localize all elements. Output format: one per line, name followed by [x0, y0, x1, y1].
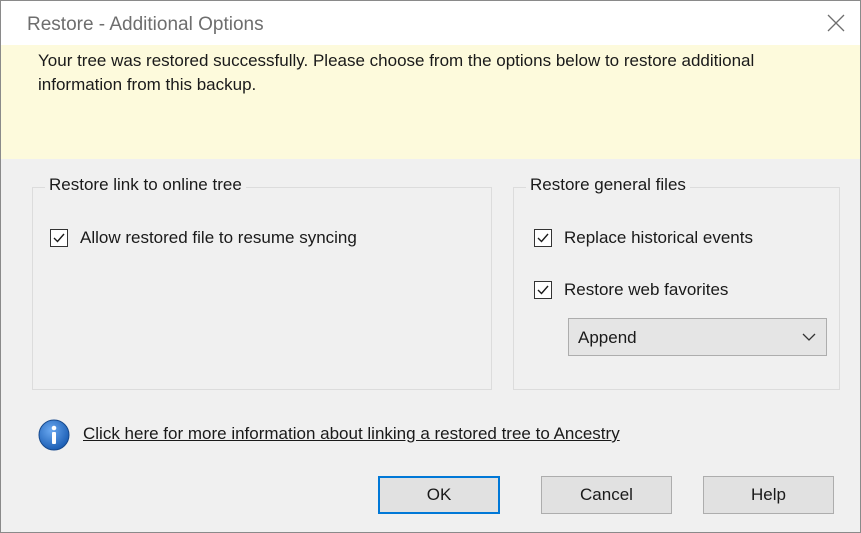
- favorites-mode-value: Append: [578, 328, 637, 347]
- resume-sync-checkbox[interactable]: Allow restored file to resume syncing: [50, 228, 357, 248]
- close-icon: [827, 14, 845, 32]
- resume-sync-check-box[interactable]: [50, 229, 68, 247]
- success-message: Your tree was restored successfully. Ple…: [38, 51, 755, 94]
- favorites-mode-dropdown[interactable]: Append: [568, 318, 827, 356]
- general-files-group-legend: Restore general files: [526, 175, 690, 195]
- web-favorites-label: Restore web favorites: [564, 280, 729, 299]
- check-mark-icon: [53, 233, 65, 243]
- restore-options-dialog: Restore - Additional Options Your tree w…: [0, 0, 861, 533]
- check-mark-icon: [537, 233, 549, 243]
- ok-button[interactable]: OK: [378, 476, 500, 514]
- ancestry-info-link[interactable]: Click here for more information about li…: [83, 424, 620, 444]
- historical-events-check-box[interactable]: [534, 229, 552, 247]
- window-title: Restore - Additional Options: [27, 14, 264, 35]
- close-button[interactable]: [818, 7, 854, 39]
- web-favorites-checkbox[interactable]: Restore web favorites: [534, 280, 728, 300]
- historical-events-label: Replace historical events: [564, 228, 753, 247]
- historical-events-checkbox[interactable]: Replace historical events: [534, 228, 753, 248]
- chevron-down-icon: [802, 333, 816, 341]
- info-icon: [38, 419, 70, 451]
- online-tree-group: Restore link to online tree: [32, 175, 492, 390]
- title-bar: Restore - Additional Options: [1, 1, 860, 45]
- check-mark-icon: [537, 285, 549, 295]
- resume-sync-label: Allow restored file to resume syncing: [80, 228, 357, 247]
- help-button[interactable]: Help: [703, 476, 834, 514]
- online-tree-group-legend: Restore link to online tree: [45, 175, 246, 195]
- web-favorites-check-box[interactable]: [534, 281, 552, 299]
- cancel-button[interactable]: Cancel: [541, 476, 672, 514]
